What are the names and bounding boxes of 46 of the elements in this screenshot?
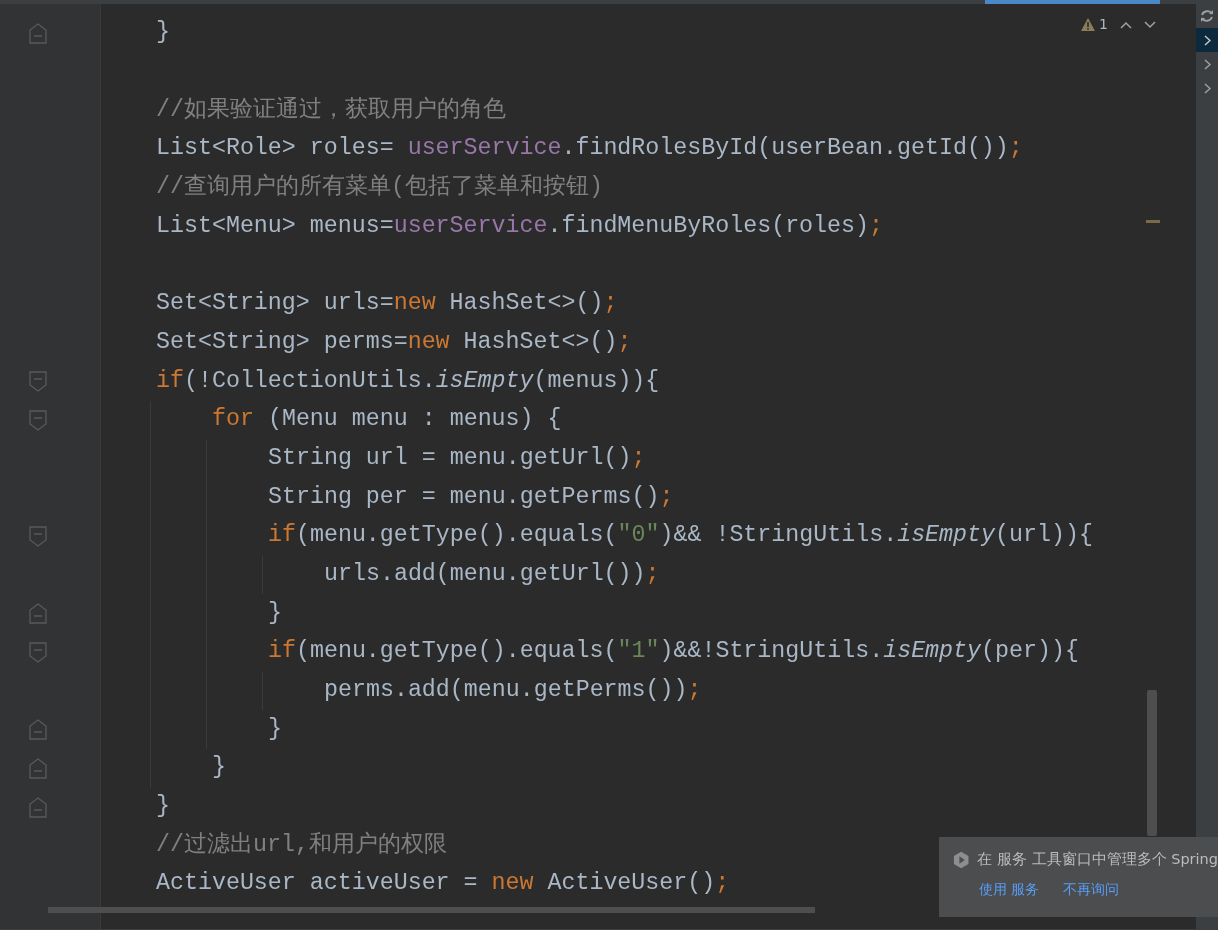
code-line: List<Role> roles= userService.findRolesById(userBean.getId()); (156, 135, 1023, 164)
code-line: ActiveUser activeUser = new ActiveUser(); (156, 870, 730, 899)
code-line: //如果验证通过，获取用户的角色 (156, 96, 506, 125)
code-line: urls.add(menu.getUrl()); (324, 561, 660, 589)
notification-message: 在 服务 工具窗口中管理多个 Spring (977, 850, 1218, 869)
unfold-icon[interactable] (29, 719, 47, 741)
warning-icon[interactable] (1081, 18, 1096, 31)
warning-marker (1146, 220, 1160, 223)
fold-icon[interactable] (29, 525, 47, 547)
unfold-icon[interactable] (29, 603, 47, 625)
code-line: //过滤出url,和用户的权限 (156, 831, 447, 860)
unfold-icon[interactable] (29, 796, 47, 818)
fold-icon[interactable] (29, 409, 47, 431)
code-line: } (268, 599, 282, 628)
next-icon[interactable] (1144, 20, 1156, 29)
code-line: if(menu.getType().equals("1")&&!StringUtils.isEmpty(per)){ (268, 638, 1079, 667)
code-line: perms.add(menu.getPerms()); (324, 677, 702, 705)
code-line: List<Menu> menus=userService.findMenuByRoles(roles); (156, 212, 883, 241)
refresh-icon[interactable] (1200, 9, 1214, 23)
chevron-right-icon (1203, 58, 1211, 70)
horizontal-scrollbar[interactable] (48, 907, 815, 913)
previous-icon[interactable] (1120, 20, 1132, 29)
code-line: if(!CollectionUtils.isEmpty(menus)){ (156, 367, 660, 396)
code-line: if(menu.getType().equals("0")&& !StringUtils.isEmpty(url)){ (268, 522, 1093, 551)
expand-button[interactable] (1196, 28, 1218, 52)
fold-icon[interactable] (29, 641, 47, 663)
code-line: } (156, 793, 170, 822)
code-line: //查询用户的所有菜单(包括了菜单和按钮) (156, 174, 603, 203)
code-line: } (156, 19, 170, 48)
chevron-right-icon (1203, 82, 1211, 94)
unfold-icon[interactable] (29, 757, 47, 779)
unfold-icon[interactable] (29, 22, 47, 44)
vertical-scrollbar[interactable] (1147, 690, 1157, 836)
fold-icon[interactable] (29, 371, 47, 393)
notification-link[interactable]: 使用 服务 (979, 878, 1040, 900)
code-line: Set<String> perms=new HashSet<>(); (156, 328, 632, 357)
notification-link[interactable]: 不再询问 (1063, 878, 1120, 900)
warning-count: 1 (1099, 15, 1108, 34)
code-line: Set<String> urls=new HashSet<>(); (156, 290, 618, 319)
chevron-right-icon (1203, 34, 1211, 46)
code-line: } (268, 715, 282, 744)
play-icon (953, 850, 970, 869)
code-line: String url = menu.getUrl(); (268, 444, 646, 473)
code-line: } (212, 754, 226, 783)
code-line: for (Menu menu : menus) { (212, 406, 562, 435)
code-line: String per = menu.getPerms(); (268, 483, 674, 512)
